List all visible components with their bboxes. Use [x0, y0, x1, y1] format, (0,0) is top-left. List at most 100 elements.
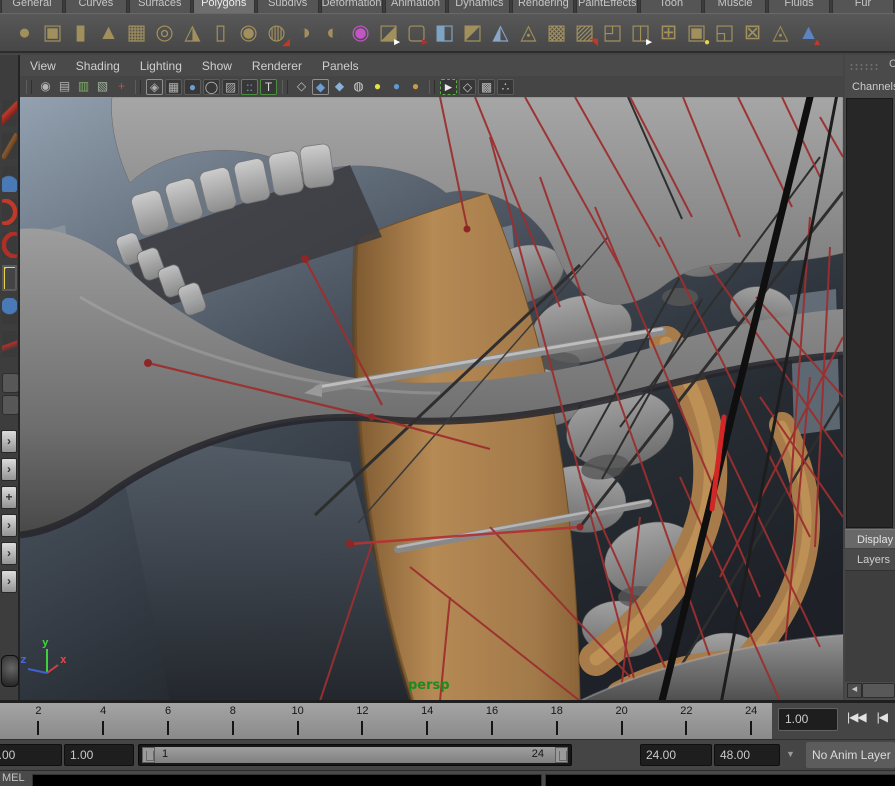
pan-zoom-icon[interactable]: +	[113, 79, 130, 95]
last-tool-slot-2[interactable]	[2, 395, 19, 415]
time-slider[interactable]: 24681012141618202224	[0, 703, 772, 739]
viewport-menu-renderer[interactable]: Renderer	[252, 59, 302, 73]
command-line-input[interactable]	[32, 774, 542, 786]
xray-icon[interactable]: ▩	[478, 79, 495, 95]
film-gate-icon[interactable]: ◈	[146, 79, 163, 95]
scroll-left-button[interactable]: ◀	[847, 683, 862, 698]
duplicate-face-icon[interactable]: ▩	[544, 17, 569, 49]
merge-vertices-icon[interactable]: ⊞	[656, 17, 681, 49]
paint-select-tool-icon[interactable]	[2, 166, 17, 192]
panel-drag-grip[interactable]	[849, 63, 879, 70]
safe-action-icon[interactable]: ▨	[222, 79, 239, 95]
step-back-button[interactable]: |◀	[877, 710, 887, 724]
viewport-menu-lighting[interactable]: Lighting	[140, 59, 182, 73]
textured-icon[interactable]: ◆	[331, 79, 348, 95]
use-default-material-icon[interactable]: ◍	[350, 79, 367, 95]
shelf-tab-subdivs[interactable]: Subdivs	[257, 0, 319, 13]
range-slider-bar[interactable]: 1 24	[142, 747, 568, 763]
shelf-tab-animation[interactable]: Animation	[385, 0, 447, 13]
slide-edge-tool-icon[interactable]: ◪►	[376, 17, 401, 49]
bookmark-icon[interactable]: ▥	[75, 79, 92, 95]
horizontal-scrollbar-thumb[interactable]	[862, 683, 895, 698]
smooth-proxy-icon[interactable]: ◐	[320, 17, 345, 49]
wireframe-icon[interactable]: ◇	[293, 79, 310, 95]
animation-end-field[interactable]: 48.00	[714, 744, 780, 766]
shelf-tab-toon[interactable]: Toon	[640, 0, 702, 13]
tab-display[interactable]: Display	[845, 529, 895, 549]
poly-pyramid-icon[interactable]: ◮	[180, 17, 205, 49]
lighting-default-icon[interactable]: ●	[388, 79, 405, 95]
layout-thumbnail[interactable]	[1, 655, 19, 687]
shelf-tab-fur[interactable]: Fur	[832, 0, 894, 13]
last-tool-slot-1[interactable]	[2, 373, 19, 393]
resolution-gate-icon[interactable]: ▦	[165, 79, 182, 95]
quick-layout-persp-outliner[interactable]: +	[1, 486, 17, 509]
quick-layout-single[interactable]: ›	[1, 430, 17, 453]
rotate-tool-icon[interactable]	[2, 232, 17, 258]
lighting-all-icon[interactable]: ●	[369, 79, 386, 95]
mirror-geometry-icon[interactable]: ◑	[292, 17, 317, 49]
viewport-menu-panels[interactable]: Panels	[322, 59, 359, 73]
current-time-field[interactable]: 1.00	[778, 708, 838, 731]
poly-sphere-icon[interactable]: ●	[12, 17, 37, 49]
shelf-tab-muscle[interactable]: Muscle	[704, 0, 766, 13]
command-line-language-label[interactable]: MEL	[2, 772, 25, 784]
safe-title-icon[interactable]: ::	[241, 79, 258, 95]
smooth-shade-icon[interactable]: ◆	[312, 79, 329, 95]
go-to-start-button[interactable]: |◀◀	[847, 710, 866, 724]
channels-menu[interactable]: Channels	[852, 81, 895, 93]
shelf-tab-general[interactable]: General	[1, 0, 63, 13]
cut-faces-icon[interactable]: ◫►	[628, 17, 653, 49]
anim-layer-dropdown-icon[interactable]: ▼	[786, 749, 795, 759]
smooth-mesh-icon[interactable]: ▲▲	[796, 17, 821, 49]
range-end-handle[interactable]	[555, 747, 568, 763]
quick-layout-custom[interactable]: ›	[1, 570, 17, 593]
viewport-scene[interactable]: persp y x z	[20, 97, 843, 701]
shelf-tab-dynamics[interactable]: Dynamics	[448, 0, 510, 13]
layers-menu[interactable]: Layers	[845, 551, 895, 570]
poly-torus-icon[interactable]: ◎	[152, 17, 177, 49]
append-polygon-icon[interactable]: ◩	[460, 17, 485, 49]
layer-list[interactable]	[845, 570, 895, 682]
scale-tool-icon[interactable]	[2, 265, 17, 291]
poly-cube-icon[interactable]: ▣	[40, 17, 65, 49]
shelf-tab-curves[interactable]: Curves	[65, 0, 127, 13]
share-nodes-icon[interactable]: ∴	[497, 79, 514, 95]
target-weld-icon[interactable]: ▣●	[684, 17, 709, 49]
poly-plane-icon[interactable]: ▦	[124, 17, 149, 49]
shelf-tab-surfaces[interactable]: Surfaces	[129, 0, 191, 13]
anim-layer-selector[interactable]: No Anim Layer	[806, 742, 895, 768]
field-chart-icon[interactable]: ◯	[203, 79, 220, 95]
camera-attributes-icon[interactable]: ▤	[56, 79, 73, 95]
quick-layout-hypershade[interactable]: ›	[1, 542, 17, 565]
gate-mask-icon[interactable]: ●	[184, 79, 201, 95]
poly-helix-icon[interactable]: ◉	[236, 17, 261, 49]
shelf-tab-polygons[interactable]: Polygons	[193, 0, 255, 13]
playback-start-field[interactable]: 1.00	[64, 744, 134, 766]
shelf-tab-fluids[interactable]: Fluids	[768, 0, 830, 13]
quick-layout-persp-graph[interactable]: ›	[1, 514, 17, 537]
playback-end-field[interactable]: 24.00	[640, 744, 712, 766]
heads-up-display-icon[interactable]: T	[260, 79, 277, 95]
poly-pipe-icon[interactable]: ▯	[208, 17, 233, 49]
shelf-tab-deformation[interactable]: Deformation	[321, 0, 383, 13]
image-plane-icon[interactable]: ▧	[94, 79, 111, 95]
range-slider[interactable]: 1 24	[138, 744, 572, 766]
viewport-menu-show[interactable]: Show	[202, 59, 232, 73]
poly-cylinder-icon[interactable]: ▮	[68, 17, 93, 49]
show-manipulator-tool-icon[interactable]	[2, 331, 17, 357]
select-tool-icon[interactable]	[2, 100, 17, 126]
crease-tool-icon[interactable]: ◰	[600, 17, 625, 49]
split-polygon-icon[interactable]: ◧	[432, 17, 457, 49]
viewport-menu-shading[interactable]: Shading	[76, 59, 120, 73]
channel-box-list[interactable]	[846, 98, 893, 528]
poly-cone-icon[interactable]: ▲	[96, 17, 121, 49]
camera-icon[interactable]: ◉	[37, 79, 54, 95]
isolate-select-icon[interactable]: ◇	[459, 79, 476, 95]
quad-draw-icon[interactable]: ◱	[712, 17, 737, 49]
extract-face-icon[interactable]: ▨◥	[572, 17, 597, 49]
viewport-menu-view[interactable]: View	[30, 59, 56, 73]
quick-layout-four-pane[interactable]: ›	[1, 458, 17, 481]
extrude-face-icon[interactable]: ▢►	[404, 17, 429, 49]
bevel-icon[interactable]: ◬	[516, 17, 541, 49]
